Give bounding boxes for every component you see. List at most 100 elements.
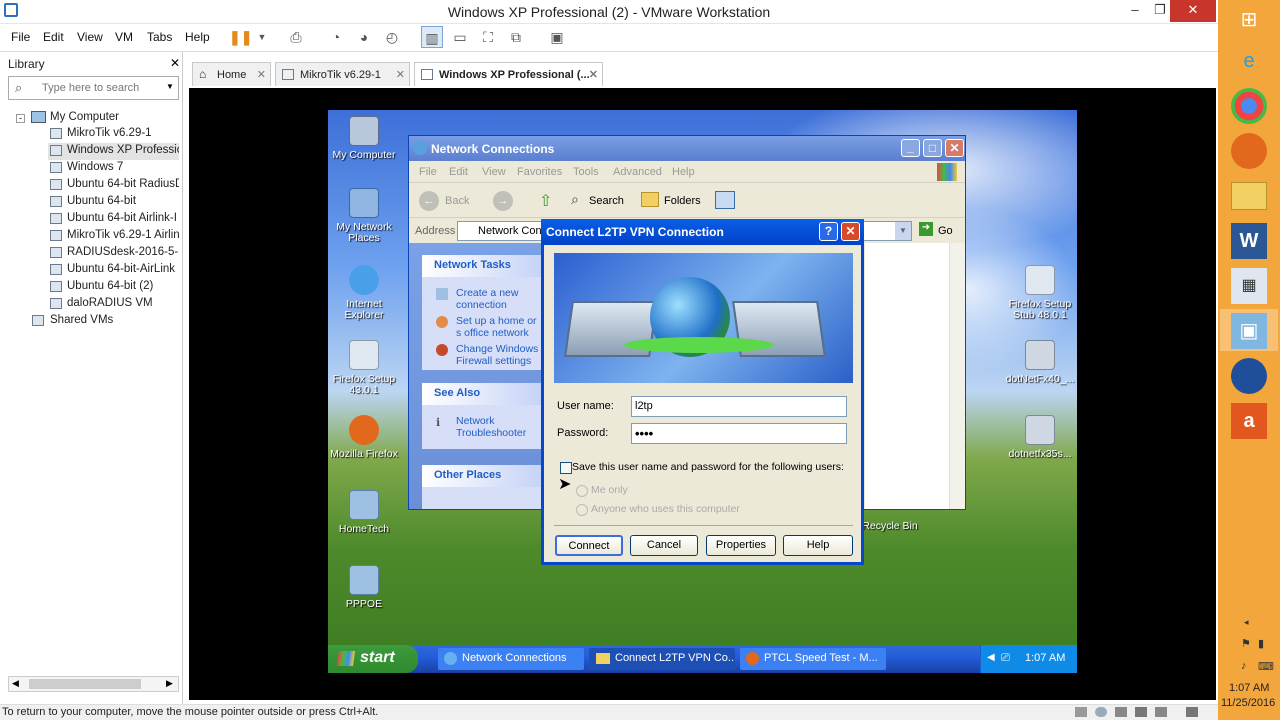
back-icon[interactable]: ← <box>419 191 439 211</box>
keyboard-icon[interactable]: ⌨ <box>1258 660 1274 673</box>
avast-icon[interactable]: a <box>1231 403 1267 439</box>
network-tray-icon[interactable]: ⎚ <box>1001 652 1010 665</box>
flag-icon[interactable]: ⚑ <box>1241 637 1251 650</box>
task-firewall[interactable]: Change Windows Firewall settings <box>456 343 540 367</box>
snapshot-icon[interactable]: ◔ <box>325 26 347 48</box>
scroll-thumb[interactable] <box>29 679 141 689</box>
vmware-icon[interactable]: ▣ <box>1231 313 1267 349</box>
dialog-close-icon[interactable]: ✕ <box>841 222 860 241</box>
forward-icon[interactable]: → <box>493 191 513 211</box>
close-icon[interactable]: ✕ <box>396 68 405 81</box>
folders-button[interactable]: Folders <box>664 195 701 207</box>
password-input[interactable]: •••• <box>631 423 847 444</box>
tab-windows-xp[interactable]: Windows XP Professional (... ✕ <box>414 62 603 86</box>
close-button[interactable]: ✕ <box>1170 0 1216 22</box>
internet-explorer-icon[interactable]: e <box>1231 43 1267 79</box>
menu-view[interactable]: View <box>77 30 103 44</box>
desktop-icon-internet-explorer[interactable]: Internet Explorer <box>329 265 399 321</box>
tray-chevron-icon[interactable]: ◀ <box>987 652 995 663</box>
scroll-right-icon[interactable]: ▶ <box>166 678 173 689</box>
vm-item[interactable]: Ubuntu 64-bit RadiusD <box>67 178 179 190</box>
start-button[interactable]: start <box>328 645 418 673</box>
desktop-icon-my-computer[interactable]: My Computer <box>329 116 399 161</box>
library-scrollbar[interactable]: ◀ ▶ <box>8 676 179 692</box>
vm-item[interactable]: Ubuntu 64-bit <box>67 195 179 207</box>
anyone-radio[interactable] <box>576 504 588 516</box>
nc-menu-advanced[interactable]: Advanced <box>613 166 662 178</box>
nc-minimize-icon[interactable]: _ <box>901 139 920 157</box>
close-icon[interactable]: ✕ <box>589 68 598 81</box>
desktop-icon-mozilla-firefox[interactable]: Mozilla Firefox <box>329 415 399 460</box>
username-input[interactable]: l2tp <box>631 396 847 417</box>
dialog-help-button[interactable]: Help <box>783 535 853 556</box>
taskbar-item-network-connections[interactable]: Network Connections <box>438 648 584 670</box>
pause-dropdown-icon[interactable]: ▼ <box>251 26 273 48</box>
nc-menu-tools[interactable]: Tools <box>573 166 599 178</box>
nc-menu-help[interactable]: Help <box>672 166 695 178</box>
vm-item[interactable]: RADIUSdesk-2016-5-1 <box>67 246 179 258</box>
nc-close-icon[interactable]: ✕ <box>945 139 964 157</box>
desktop-icon-pppoe[interactable]: PPPOE <box>329 565 399 610</box>
vm-item[interactable]: daloRADIUS VM <box>67 297 179 309</box>
snapshot-manager-icon[interactable]: ◴ <box>381 26 403 48</box>
vm-item-selected[interactable]: Windows XP Professio <box>67 144 179 156</box>
nc-menu-favorites[interactable]: Favorites <box>517 166 562 178</box>
chrome-icon[interactable] <box>1231 88 1267 124</box>
desktop-icon-recycle-bin[interactable]: Recycle Bin <box>855 521 925 532</box>
nc-menu-edit[interactable]: Edit <box>449 166 468 178</box>
address-dropdown-icon[interactable]: ▼ <box>895 222 911 240</box>
save-credentials-checkbox[interactable] <box>560 462 572 474</box>
nc-menu-file[interactable]: File <box>419 166 437 178</box>
connect-vpn-dialog[interactable]: Connect L2TP VPN Connection ? ✕ User nam… <box>541 219 864 565</box>
word-icon[interactable]: W <box>1231 223 1267 259</box>
desktop-icon-network-places[interactable]: My Network Places <box>329 188 399 244</box>
usb-icon[interactable] <box>1135 707 1147 717</box>
vm-item[interactable]: Ubuntu 64-bit (2) <box>67 280 179 292</box>
library-close-icon[interactable]: ✕ <box>170 56 180 70</box>
link-network-troubleshooter[interactable]: Network Troubleshooter <box>456 415 540 439</box>
thumbnail-bar-icon[interactable]: ▭ <box>449 26 471 48</box>
properties-button[interactable]: Properties <box>706 535 776 556</box>
app-icon[interactable]: ▦ <box>1231 268 1267 304</box>
menu-edit[interactable]: Edit <box>43 30 64 44</box>
vm-item[interactable]: Windows 7 <box>67 161 179 173</box>
scroll-left-icon[interactable]: ◀ <box>12 678 19 689</box>
desktop-icon-hometech[interactable]: HomeTech <box>329 490 399 535</box>
chevron-down-icon[interactable]: ▼ <box>166 82 174 91</box>
nc-content-area[interactable] <box>865 243 965 509</box>
network-adapter-icon[interactable] <box>1115 707 1127 717</box>
go-button[interactable]: Go <box>938 225 953 237</box>
up-folder-icon[interactable]: ⇧ <box>539 191 552 211</box>
printer-icon[interactable] <box>1155 707 1167 717</box>
desktop-icon-firefox-setup[interactable]: Firefox Setup 43.0.1 <box>329 340 399 396</box>
send-ctrl-alt-del-icon[interactable]: ⎙ <box>285 26 307 48</box>
help-icon[interactable]: ? <box>819 222 838 241</box>
taskbar-item-ptcl-speed-test[interactable]: PTCL Speed Test - M... <box>740 648 886 670</box>
nc-menu-view[interactable]: View <box>482 166 506 178</box>
views-icon[interactable] <box>715 191 735 209</box>
revert-snapshot-icon[interactable]: ◕ <box>353 26 375 48</box>
tree-my-computer[interactable]: My Computer <box>50 111 119 123</box>
desktop-icon-firefox-stub[interactable]: Firefox Setup Stub 48.0.1 <box>1004 265 1076 321</box>
me-only-radio[interactable] <box>576 485 588 497</box>
task-create-connection[interactable]: Create a new connection <box>456 287 540 311</box>
firefox-icon[interactable] <box>1231 133 1267 169</box>
close-icon[interactable]: ✕ <box>257 68 266 81</box>
tree-shared-vms[interactable]: Shared VMs <box>50 314 113 326</box>
tray-expand-icon[interactable]: ◂ <box>1244 617 1249 628</box>
go-arrow-icon[interactable]: ➜ <box>919 222 933 236</box>
device-icon[interactable] <box>1075 707 1087 717</box>
cd-drive-icon[interactable] <box>1095 707 1107 717</box>
collapse-icon[interactable]: - <box>16 114 25 123</box>
network-tray-icon[interactable]: ▮ <box>1258 637 1264 650</box>
task-home-network[interactable]: Set up a home or s office network <box>456 315 540 339</box>
sound-device-icon[interactable] <box>1186 707 1198 717</box>
search-button[interactable]: Search <box>589 195 624 207</box>
app-circle-icon[interactable] <box>1231 358 1267 394</box>
desktop-icon-dotnetfx35[interactable]: dotnetfx35s... <box>1004 415 1076 460</box>
vm-item[interactable]: Ubuntu 64-bit Airlink-I <box>67 212 179 224</box>
tab-mikrotik[interactable]: MikroTik v6.29-1 ✕ <box>275 62 410 86</box>
vm-item[interactable]: MikroTik v6.29-1 <box>67 127 179 139</box>
menu-tabs[interactable]: Tabs <box>147 30 172 44</box>
file-explorer-icon[interactable] <box>1231 182 1267 210</box>
